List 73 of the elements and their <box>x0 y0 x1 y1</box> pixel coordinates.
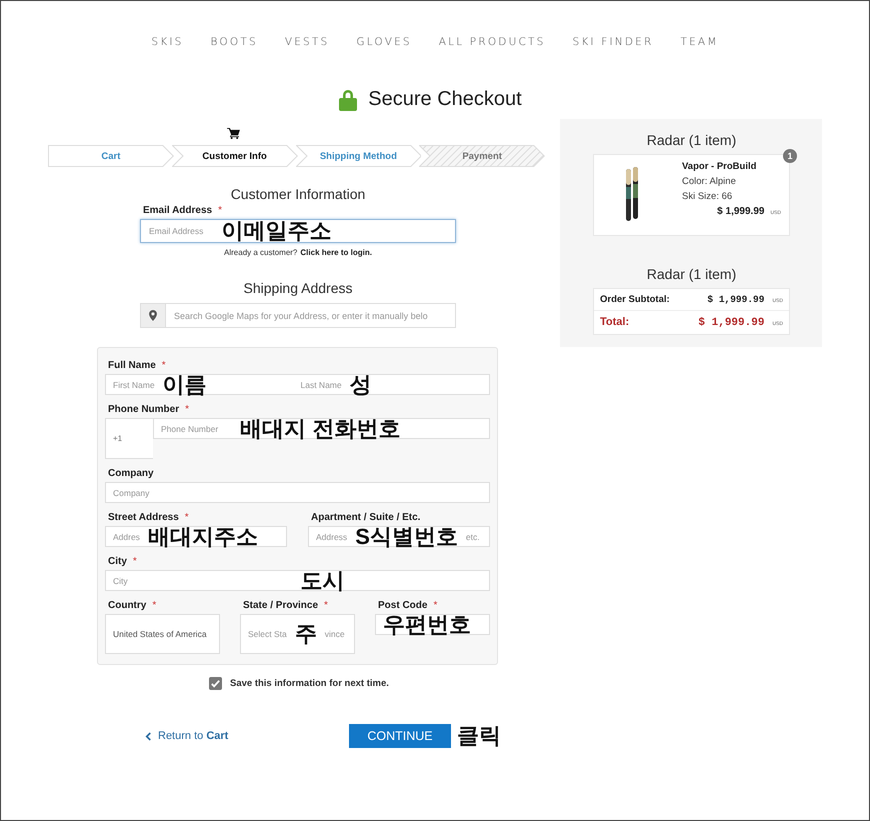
annotation-label: 주 <box>294 623 317 645</box>
annotation-label: 배대지주소 <box>148 526 258 548</box>
chevron-left-icon <box>145 732 152 740</box>
email-field[interactable]: Email Address 이메일주소 <box>140 219 456 243</box>
login-prompt: Already a customer? <box>224 248 298 257</box>
annotation-label: 우편번호 <box>383 614 471 636</box>
quantity-badge: 1 <box>783 149 797 163</box>
annotation-label: 클릭 <box>457 725 501 747</box>
input-field[interactable]: Address S식별번호 etc. <box>308 526 490 547</box>
nav-link[interactable]: SKIS <box>151 36 184 48</box>
product-name: Vapor - ProBuild <box>682 161 758 172</box>
nav-link[interactable]: BOOTS <box>210 36 258 48</box>
annotation-label: 이름 <box>162 374 207 396</box>
cart-icon <box>226 128 240 139</box>
continue-button[interactable]: CONTINUE <box>349 724 451 748</box>
nav-link[interactable]: VESTS <box>284 36 330 48</box>
select-field[interactable]: United States of America <box>105 614 220 654</box>
step-tab[interactable]: Payment <box>419 145 545 167</box>
step-tab[interactable]: Cart <box>48 145 174 167</box>
annotation-label: 배대지 전화번호 <box>240 418 400 440</box>
field-label: Street Address <box>108 512 179 523</box>
required-mark: * <box>433 600 438 611</box>
annotation-label: 도시 <box>300 570 344 592</box>
step-tab[interactable]: Customer Info <box>172 145 298 167</box>
field-label: City <box>108 556 127 567</box>
checkbox-label: Save this information for next time. <box>230 678 389 689</box>
product-detail: Color: Alpine <box>682 176 737 187</box>
back-link[interactable]: Return to Cart <box>145 730 349 742</box>
page-title: Secure Checkout <box>368 88 522 111</box>
input-field[interactable]: City 도시 <box>105 570 490 591</box>
product-detail: Ski Size: 66 <box>682 191 734 202</box>
total-value: $ 1,999.99 <box>707 294 764 305</box>
input-field[interactable]: 우편번호 <box>375 614 490 635</box>
input-field[interactable]: First Name 이름 Last Name 성 <box>105 374 490 395</box>
required-mark: * <box>152 600 156 611</box>
required-mark: * <box>184 512 189 523</box>
summary-title: Radar (1 item) <box>646 132 738 148</box>
select-field[interactable]: Select Sta 주 vince <box>240 614 355 654</box>
nav-link[interactable]: GLOVES <box>356 36 412 48</box>
required-mark: * <box>324 600 328 611</box>
required-mark: * <box>218 205 222 216</box>
field-label: Company <box>108 468 154 479</box>
required-mark: * <box>132 556 137 567</box>
location-pin-icon <box>149 310 157 321</box>
field-label: State / Province <box>243 600 318 611</box>
required-mark: * <box>162 360 166 371</box>
section-heading: Shipping Address <box>242 280 354 296</box>
checkbox[interactable] <box>209 677 222 690</box>
field-label: Full Name <box>108 360 156 371</box>
input-field[interactable]: Addres 배대지주소 <box>105 526 287 547</box>
input-field[interactable]: Phone Number 배대지 전화번호 <box>153 418 490 439</box>
annotation-label: S식별번호 <box>355 526 458 548</box>
total-value: $ 1,999.99 <box>698 317 764 329</box>
nav-link[interactable]: TEAM <box>680 36 719 48</box>
annotation-label: 이메일주소 <box>221 220 332 242</box>
field-label: Email Address <box>143 205 212 216</box>
step-tab[interactable]: Shipping Method <box>296 145 422 167</box>
country-code-field[interactable]: +1 <box>105 418 153 459</box>
login-link[interactable]: Click here to login. <box>300 248 372 257</box>
annotation-label: 성 <box>350 374 372 396</box>
total-label: Order Subtotal: <box>600 294 671 305</box>
required-mark: * <box>185 404 190 415</box>
nav-link[interactable]: SKI FINDER <box>572 36 654 48</box>
lock-icon <box>338 88 358 110</box>
field-label: Phone Number <box>108 404 180 415</box>
field-label: Apartment / Suite / Etc. <box>311 512 420 523</box>
section-heading: Customer Information <box>230 186 366 202</box>
field-label: Country <box>108 600 146 611</box>
nav-link[interactable]: ALL PRODUCTS <box>438 36 546 48</box>
field-label: Post Code <box>378 600 428 611</box>
total-label: Total: <box>600 316 630 328</box>
product-price: $ 1,999.99 <box>717 206 764 217</box>
summary-title: Radar (1 item) <box>646 266 738 282</box>
